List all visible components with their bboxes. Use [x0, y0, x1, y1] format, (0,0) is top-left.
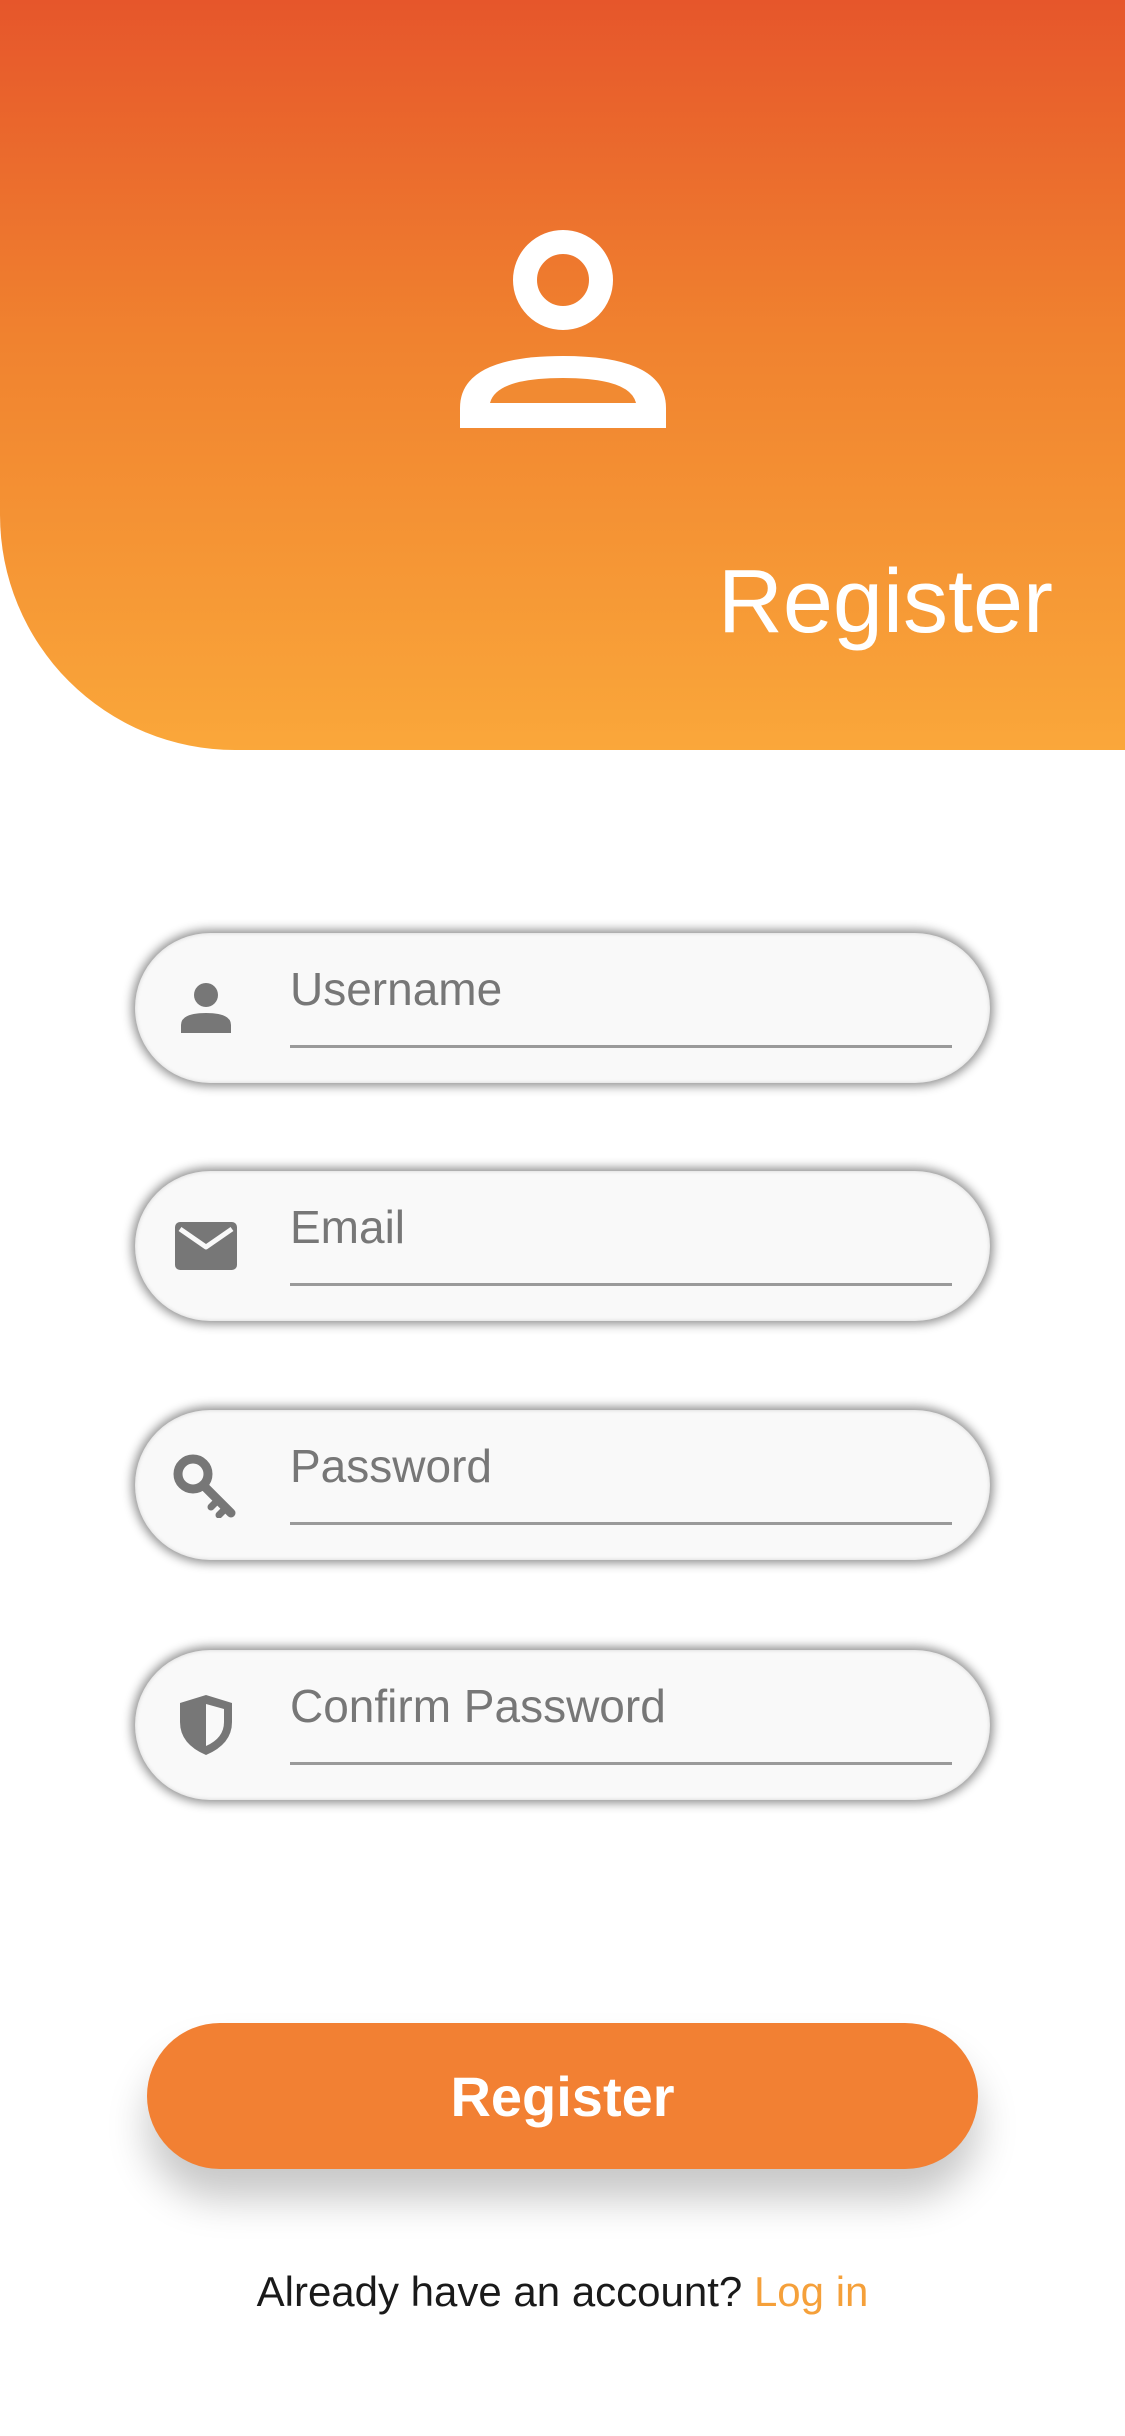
username-underline: [290, 1045, 952, 1048]
key-icon: [173, 1454, 236, 1518]
person-icon: [181, 983, 231, 1033]
login-link[interactable]: Log in: [754, 2268, 868, 2315]
email-underline: [290, 1283, 952, 1286]
username-field[interactable]: [135, 933, 990, 1083]
login-prompt-text: Already have an account?: [256, 2268, 743, 2315]
mail-icon: [175, 1222, 237, 1270]
password-input[interactable]: [290, 1432, 952, 1500]
confirm-password-input[interactable]: [290, 1672, 952, 1740]
confirm-password-field[interactable]: [135, 1650, 990, 1800]
page-title: Register: [717, 552, 1053, 652]
password-underline: [290, 1522, 952, 1525]
person-outline-icon: [460, 230, 666, 428]
login-prompt-line: Already have an account? Log in: [0, 2268, 1125, 2316]
header-banner: Register: [0, 0, 1125, 750]
register-button[interactable]: Register: [147, 2023, 978, 2169]
email-field[interactable]: [135, 1171, 990, 1321]
shield-icon: [180, 1695, 232, 1755]
password-field[interactable]: [135, 1410, 990, 1560]
confirm-password-underline: [290, 1762, 952, 1765]
email-input[interactable]: [290, 1193, 952, 1261]
username-input[interactable]: [290, 955, 952, 1023]
